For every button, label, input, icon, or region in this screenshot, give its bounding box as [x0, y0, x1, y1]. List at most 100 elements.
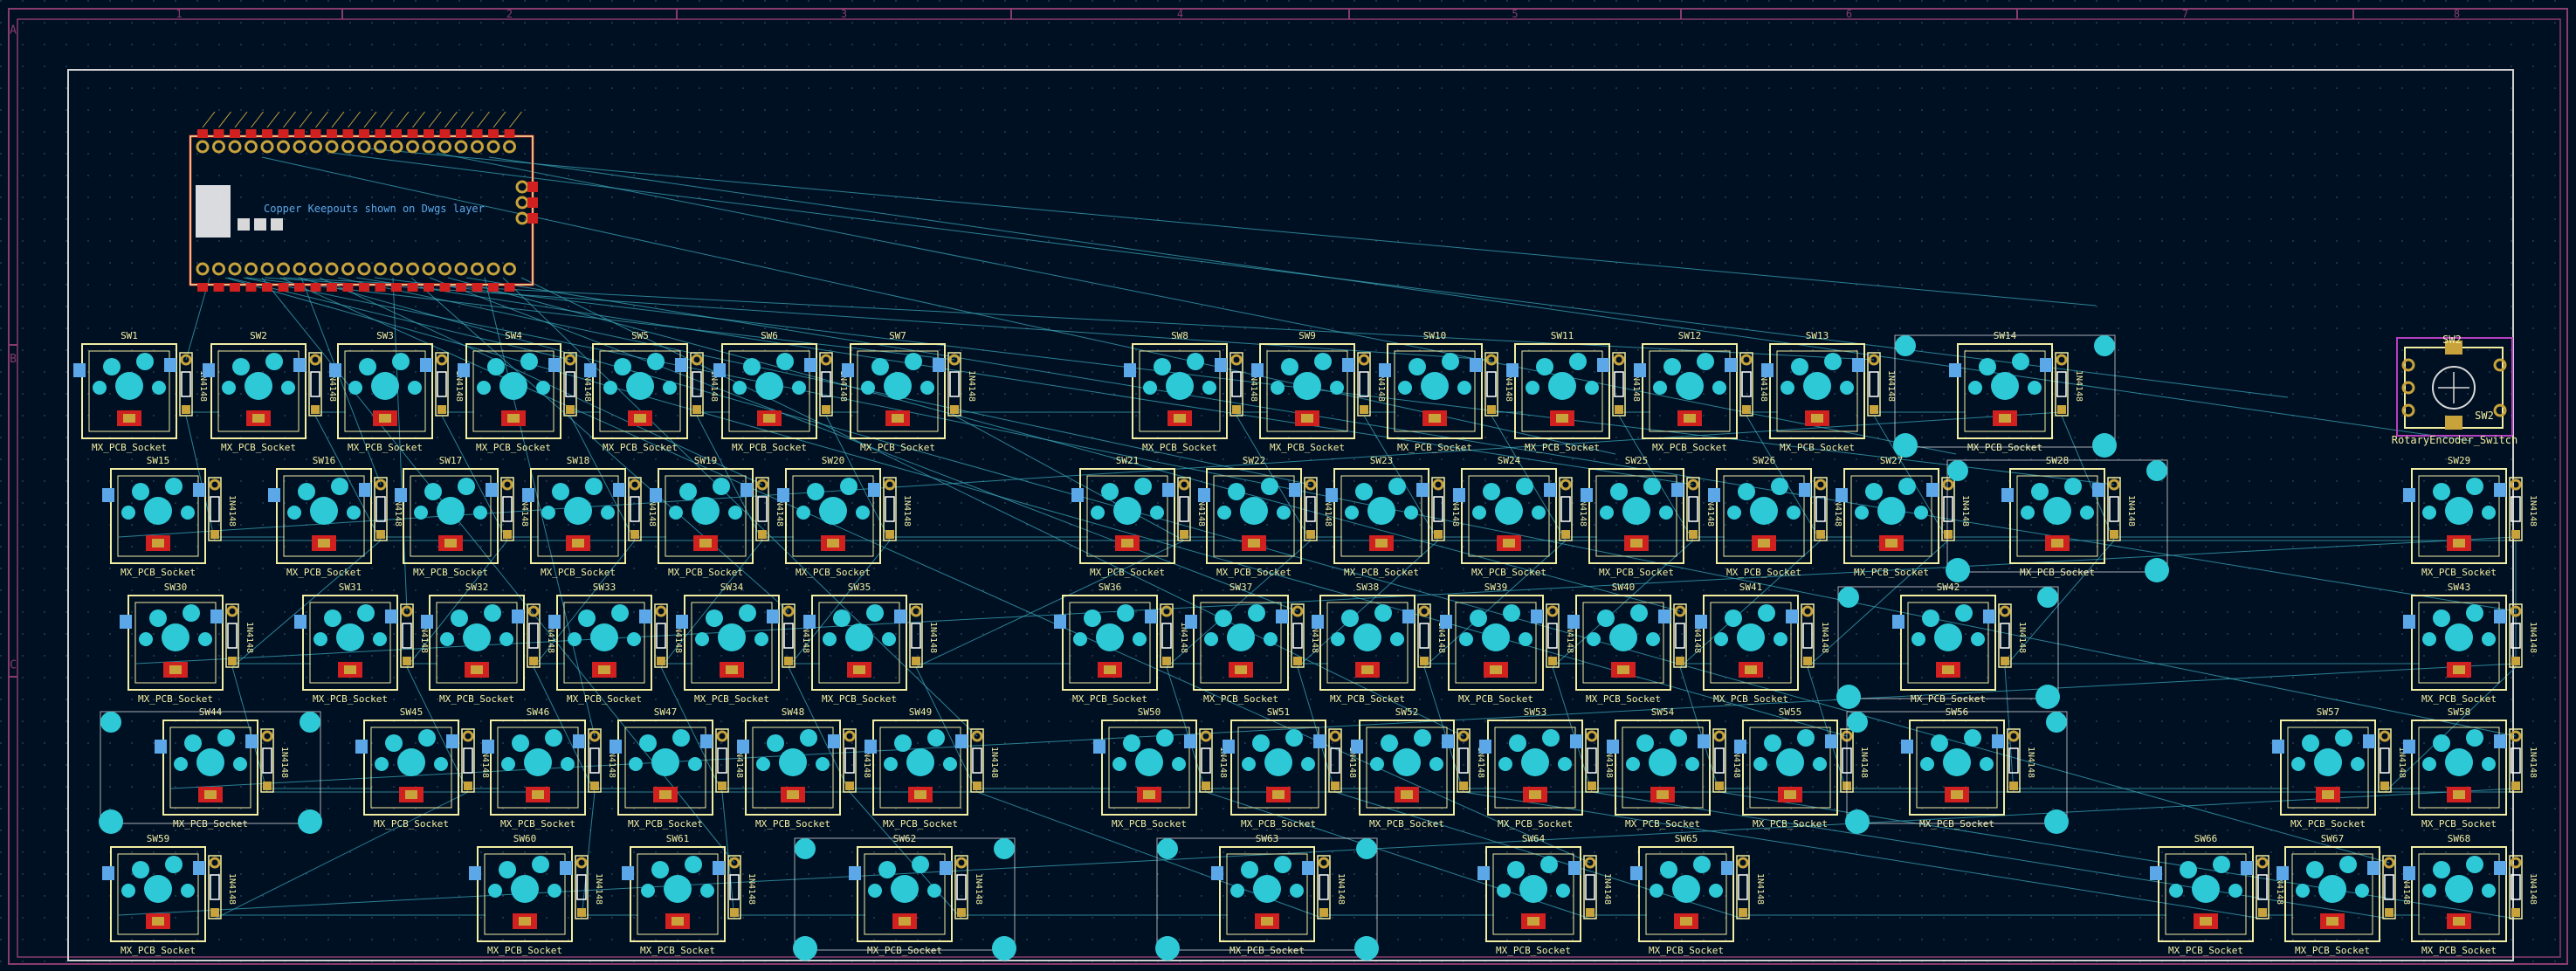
switch-pin-2 — [357, 604, 375, 622]
switch-pin-1 — [552, 483, 569, 500]
socket-pad-left — [1949, 363, 1961, 377]
diode-pad-k — [2385, 908, 2393, 917]
switch-ref: SW53 — [1524, 706, 1547, 718]
switch-peg-left — [541, 506, 555, 520]
switch-pin-2 — [165, 478, 183, 495]
switch-pin-2 — [1771, 478, 1788, 495]
socket-pad-right — [1983, 609, 1995, 623]
switch-value: MX_PCB_Socket — [1625, 818, 1700, 830]
switch-peg-left — [1345, 506, 1359, 520]
led-body — [2051, 539, 2063, 547]
switch-ref: SW45 — [400, 706, 424, 718]
switch-peg-right — [1709, 884, 1723, 898]
mcu-pad-top — [245, 129, 257, 138]
switch-peg-right — [434, 757, 448, 771]
switch-ref: SW41 — [1739, 582, 1763, 593]
diode-pad-k — [2057, 405, 2066, 414]
stab-hole — [1838, 587, 1859, 608]
diode-value: 1N4148 — [1755, 873, 1765, 905]
mcu-pad-top — [327, 129, 337, 138]
led-body — [1617, 665, 1629, 674]
socket-pad-left — [1892, 615, 1904, 629]
socket-pad-left — [203, 363, 215, 377]
led-body — [1999, 414, 2011, 423]
socket-pad-right — [613, 483, 625, 497]
switch-pin-2 — [713, 478, 730, 495]
switch-peg-left — [2169, 884, 2183, 898]
led-body — [1885, 539, 1898, 547]
led-body — [507, 414, 520, 423]
encoder-mount-pad-bottom — [2445, 416, 2462, 430]
switch-pin-1 — [385, 734, 403, 752]
switch-ref: SW5 — [631, 330, 649, 341]
switch-pin-1 — [1154, 358, 1171, 375]
socket-pad-left — [73, 363, 86, 377]
switch-pin-2 — [1117, 604, 1134, 622]
socket-pad-left — [713, 363, 726, 377]
switch-peg-left — [440, 632, 454, 646]
diode-value: 1N4148 — [2528, 747, 2538, 778]
switch-peg-right — [281, 381, 295, 395]
diode-pad-k — [577, 908, 586, 917]
socket-pad-left — [2403, 615, 2415, 629]
mcu-pad-bottom — [245, 283, 257, 292]
switch-pin-2 — [1643, 478, 1661, 495]
switch-pin-1 — [1409, 358, 1426, 375]
switch-peg-right — [2080, 506, 2094, 520]
mcu-pad-top — [407, 129, 418, 138]
switch-peg-left — [1855, 506, 1869, 520]
switch-ref: SW48 — [782, 706, 805, 718]
diode-pad-k — [1487, 405, 1496, 414]
led-body — [2453, 917, 2465, 926]
diode-pad-k — [1944, 530, 1953, 539]
switch-value: MX_PCB_Socket — [1753, 818, 1828, 830]
switch-center-hole — [1227, 623, 1255, 651]
socket-pad-right — [1658, 609, 1670, 623]
pcb-canvas[interactable]: 1 2 3 4 5 6 7 8 A B C SW1 MX_PCB_Socket 1N4148 SW2 MX_… — [0, 0, 2576, 971]
switch-pin-1 — [807, 483, 824, 500]
switch-pin-2 — [520, 353, 538, 370]
diode-pad-k — [403, 657, 411, 665]
switch-pin-1 — [1865, 483, 1883, 500]
switch-ref: SW20 — [822, 455, 845, 466]
switch-peg-right — [663, 381, 677, 395]
socket-pad-right — [804, 358, 816, 372]
switch-pin-1 — [1509, 734, 1526, 752]
switch-pin-2 — [1503, 604, 1520, 622]
led-body — [853, 665, 865, 674]
switch-peg-left — [1650, 884, 1663, 898]
switch-peg-right — [1585, 381, 1599, 395]
switch-peg-right — [1980, 757, 1994, 771]
switch-peg-right — [2482, 757, 2496, 771]
diode-pad-k — [2258, 908, 2267, 917]
switch-ref: SW25 — [1625, 455, 1649, 466]
switch-peg-right — [1290, 884, 1304, 898]
diode-value: 1N4148 — [245, 622, 254, 653]
switch-pin-1 — [1507, 861, 1525, 878]
switch-value: MX_PCB_Socket — [2421, 567, 2497, 578]
socket-pad-right — [767, 609, 779, 623]
switch-center-hole — [1609, 623, 1637, 651]
led-body — [763, 414, 775, 423]
socket-pad-left — [469, 866, 481, 880]
switch-value: MX_PCB_Socket — [1397, 442, 1472, 453]
switch-ref: SW40 — [1612, 582, 1636, 593]
switch-value: MX_PCB_Socket — [313, 693, 388, 705]
switch-pin-1 — [1764, 734, 1781, 752]
diode-value: 1N4148 — [2528, 622, 2538, 653]
switch-pin-2 — [866, 604, 884, 622]
switch-peg-left — [1271, 381, 1285, 395]
diode-pad-k — [376, 530, 385, 539]
switch-pin-1 — [639, 734, 657, 752]
switch-pin-2 — [532, 856, 549, 873]
switch-pin-2 — [1134, 478, 1152, 495]
switch-peg-left — [222, 381, 236, 395]
switch-ref: SW13 — [1806, 330, 1829, 341]
socket-pad-left — [329, 363, 341, 377]
switch-peg-right — [373, 632, 387, 646]
switch-peg-right — [1264, 632, 1278, 646]
switch-pin-1 — [1660, 861, 1677, 878]
mcu-pad-top — [342, 129, 354, 138]
led-body — [572, 539, 584, 547]
socket-pad-right — [933, 358, 945, 372]
